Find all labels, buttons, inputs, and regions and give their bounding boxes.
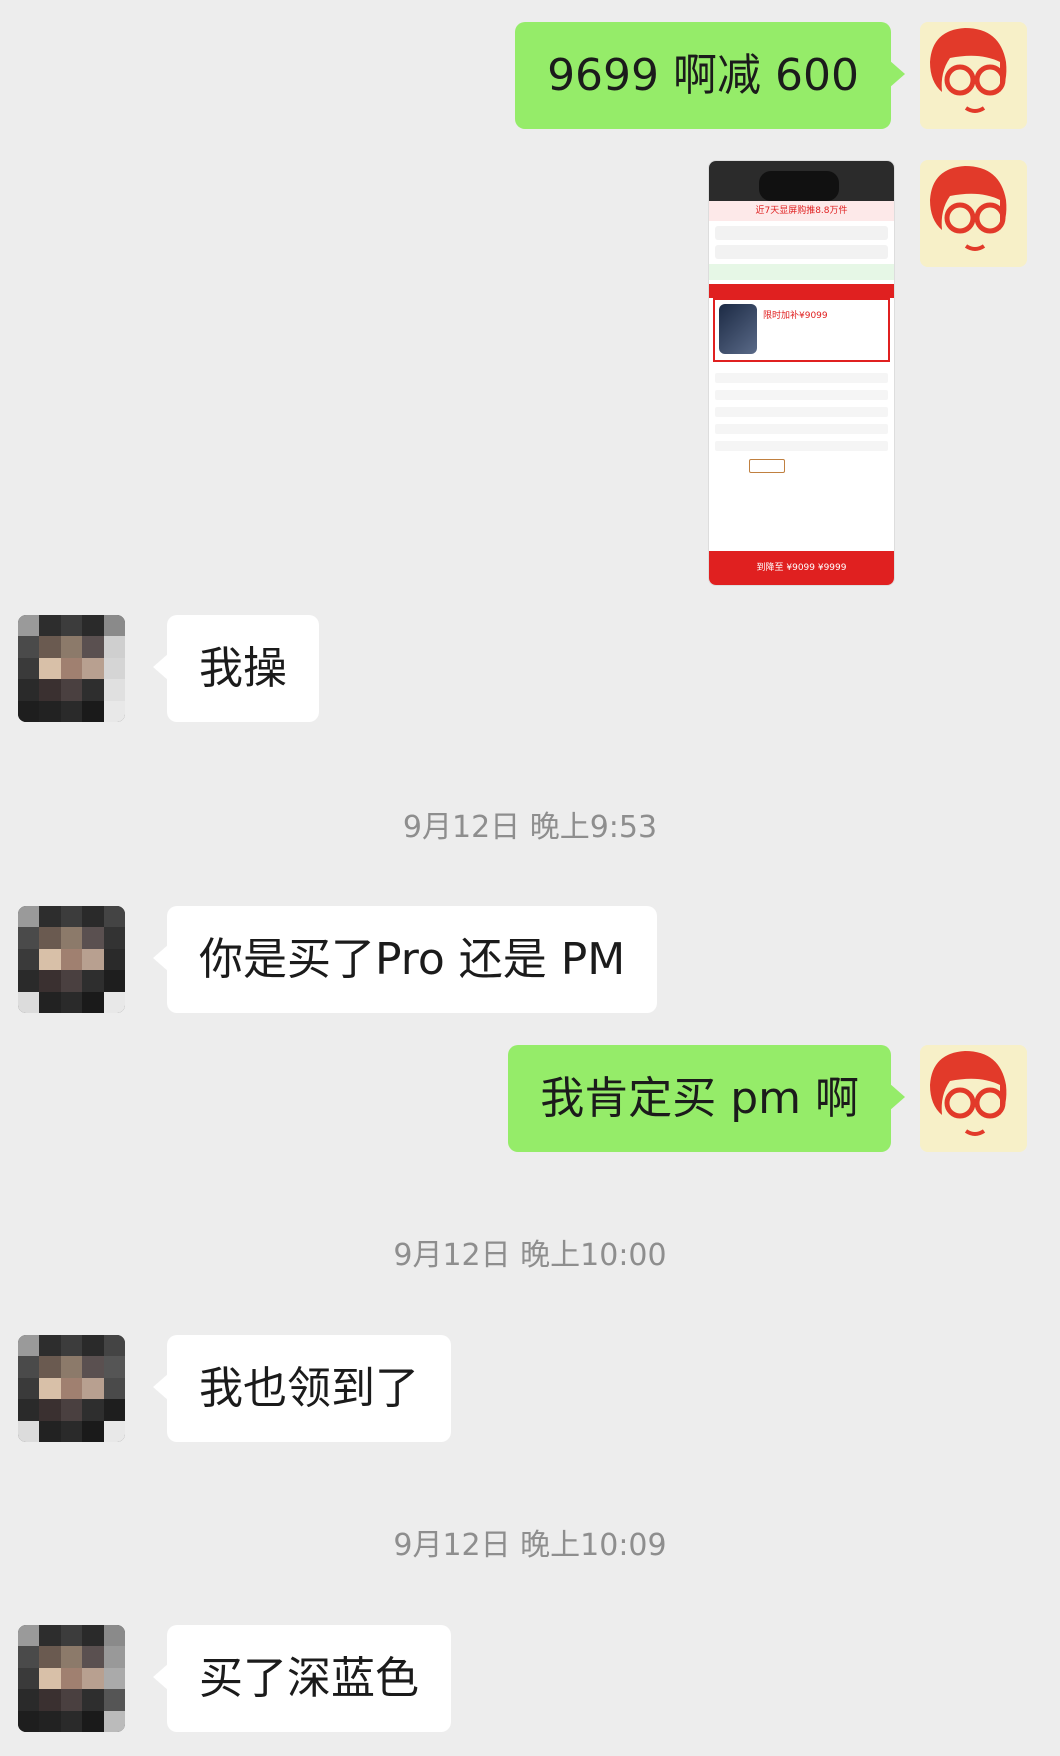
message-bubble[interactable]: 我也领到了 <box>153 1335 451 1442</box>
screenshot-banner: 近7天显屏购推8.8万件 <box>709 201 894 221</box>
screenshot-address-line <box>715 226 888 240</box>
self-avatar-icon[interactable] <box>920 160 1027 267</box>
other-avatar-icon[interactable] <box>18 906 125 1013</box>
message-bubble[interactable]: 你是买了Pro 还是 PM <box>152 906 658 1013</box>
message-bubble[interactable]: 我肯定买 pm 啊 <box>508 1045 905 1152</box>
message-bubble[interactable]: 买了深蓝色 <box>153 1625 451 1732</box>
screenshot-guarantee-bar <box>709 264 894 280</box>
screenshot-product-card: 限时加补¥9099 <box>713 298 890 362</box>
screenshot-buy-bar: 到降至 ¥9099 ¥9999 <box>709 551 894 585</box>
message-row-self: 9699 啊减 600 <box>0 22 1060 129</box>
phone-camera-notch <box>759 171 839 201</box>
screenshot-address-line <box>715 245 888 259</box>
message-row-other: 你是买了Pro 还是 PM <box>0 906 1060 1013</box>
message-row-other: 我操 <box>0 615 1060 722</box>
message-row-self: 我肯定买 pm 啊 <box>0 1045 1060 1152</box>
message-row-other: 我也领到了 <box>0 1335 1060 1442</box>
timestamp: 9月12日 晚上10:09 <box>393 1528 667 1563</box>
other-avatar-icon[interactable] <box>18 1335 125 1442</box>
screenshot-price: 限时加补¥9099 <box>763 311 828 321</box>
timestamp: 9月12日 晚上10:00 <box>393 1238 667 1273</box>
timestamp: 9月12日 晚上9:53 <box>402 810 658 845</box>
screenshot-options <box>709 362 894 481</box>
other-avatar-icon[interactable] <box>18 1625 125 1732</box>
message-row-other: 买了深蓝色 <box>0 1625 1060 1732</box>
screenshot-promo-header <box>709 284 894 298</box>
self-avatar-icon[interactable] <box>920 1045 1027 1152</box>
message-row-self-image <box>0 160 1060 584</box>
shared-screenshot-image[interactable]: 近7天显屏购推8.8万件 限时加补¥9099 到降至 ¥9099 ¥9999 <box>708 160 895 586</box>
phone-product-icon <box>719 304 757 354</box>
message-bubble[interactable]: 我操 <box>153 615 319 722</box>
message-bubble[interactable]: 9699 啊减 600 <box>515 22 905 129</box>
self-avatar-icon[interactable] <box>920 22 1027 129</box>
other-avatar-icon[interactable] <box>18 615 125 722</box>
